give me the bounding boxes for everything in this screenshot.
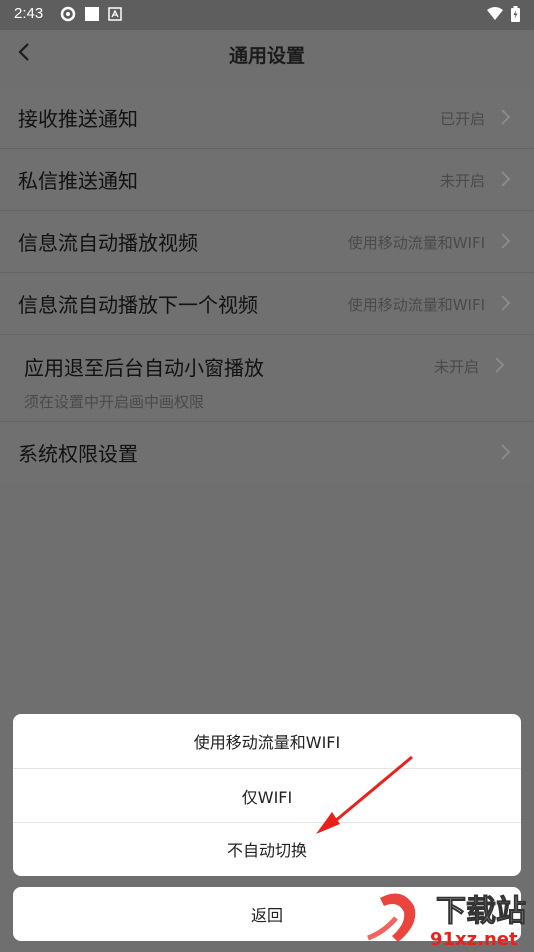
- settings-row-message-notifications[interactable]: 私信推送通知 未开启: [0, 149, 534, 211]
- chevron-right-icon: [501, 233, 511, 249]
- chevron-right-icon: [495, 357, 505, 373]
- sync-icon: [60, 6, 76, 22]
- row-label: 应用退至后台自动小窗播放: [24, 356, 264, 380]
- status-bar: 2:43: [0, 0, 534, 30]
- settings-row-autoplay-video[interactable]: 信息流自动播放视频 使用移动流量和WIFI: [0, 211, 534, 273]
- row-value: 未开启: [433, 358, 479, 376]
- autoplay-option-sheet: 使用移动流量和WIFI 仅WIFI 不自动切换: [13, 714, 521, 876]
- top-app-bar: 通用设置: [0, 30, 534, 76]
- settings-row-pip-playback[interactable]: 应用退至后台自动小窗播放 未开启 须在设置中开启画中画权限: [0, 335, 534, 422]
- notification-icons: [60, 6, 122, 22]
- row-value: 已开启: [439, 110, 485, 128]
- watermark-logo-icon: 下载站 91xz.net: [367, 893, 527, 950]
- option-wifi-only[interactable]: 仅WIFI: [13, 769, 521, 823]
- row-label: 系统权限设置: [18, 442, 138, 466]
- square-notification-icon: [85, 7, 99, 21]
- watermark-domain: 91xz.net: [430, 929, 518, 948]
- row-value: 使用移动流量和WIFI: [347, 296, 485, 314]
- app-notification-icon: [108, 7, 122, 21]
- row-hint: 须在设置中开启画中画权限: [24, 393, 205, 411]
- row-label: 接收推送通知: [18, 107, 138, 131]
- row-label: 信息流自动播放视频: [18, 231, 198, 255]
- settings-list: 接收推送通知 已开启 私信推送通知 未开启 信息流自动播放视频 使用移动流量和W…: [0, 87, 534, 483]
- chevron-right-icon: [501, 109, 511, 125]
- settings-row-push-notifications[interactable]: 接收推送通知 已开启: [0, 87, 534, 149]
- option-no-autoplay[interactable]: 不自动切换: [13, 822, 521, 876]
- row-label: 信息流自动播放下一个视频: [18, 293, 258, 317]
- wifi-icon: [487, 7, 503, 20]
- watermark-brand: 下载站: [436, 894, 526, 929]
- status-time: 2:43: [14, 5, 44, 22]
- page-title: 通用设置: [228, 45, 305, 67]
- row-value: 使用移动流量和WIFI: [347, 234, 485, 252]
- row-value: 未开启: [439, 172, 485, 190]
- settings-row-autoplay-next-video[interactable]: 信息流自动播放下一个视频 使用移动流量和WIFI: [0, 273, 534, 335]
- option-mobile-and-wifi[interactable]: 使用移动流量和WIFI: [13, 714, 521, 768]
- battery-icon: [511, 6, 520, 22]
- chevron-right-icon: [501, 295, 511, 311]
- watermark-logo: 下载站 91xz.net: [362, 888, 532, 950]
- chevron-right-icon: [501, 171, 511, 187]
- settings-row-system-permissions[interactable]: 系统权限设置: [0, 422, 534, 483]
- chevron-right-icon: [501, 444, 511, 460]
- row-label: 私信推送通知: [18, 169, 138, 193]
- system-icons: [487, 6, 520, 22]
